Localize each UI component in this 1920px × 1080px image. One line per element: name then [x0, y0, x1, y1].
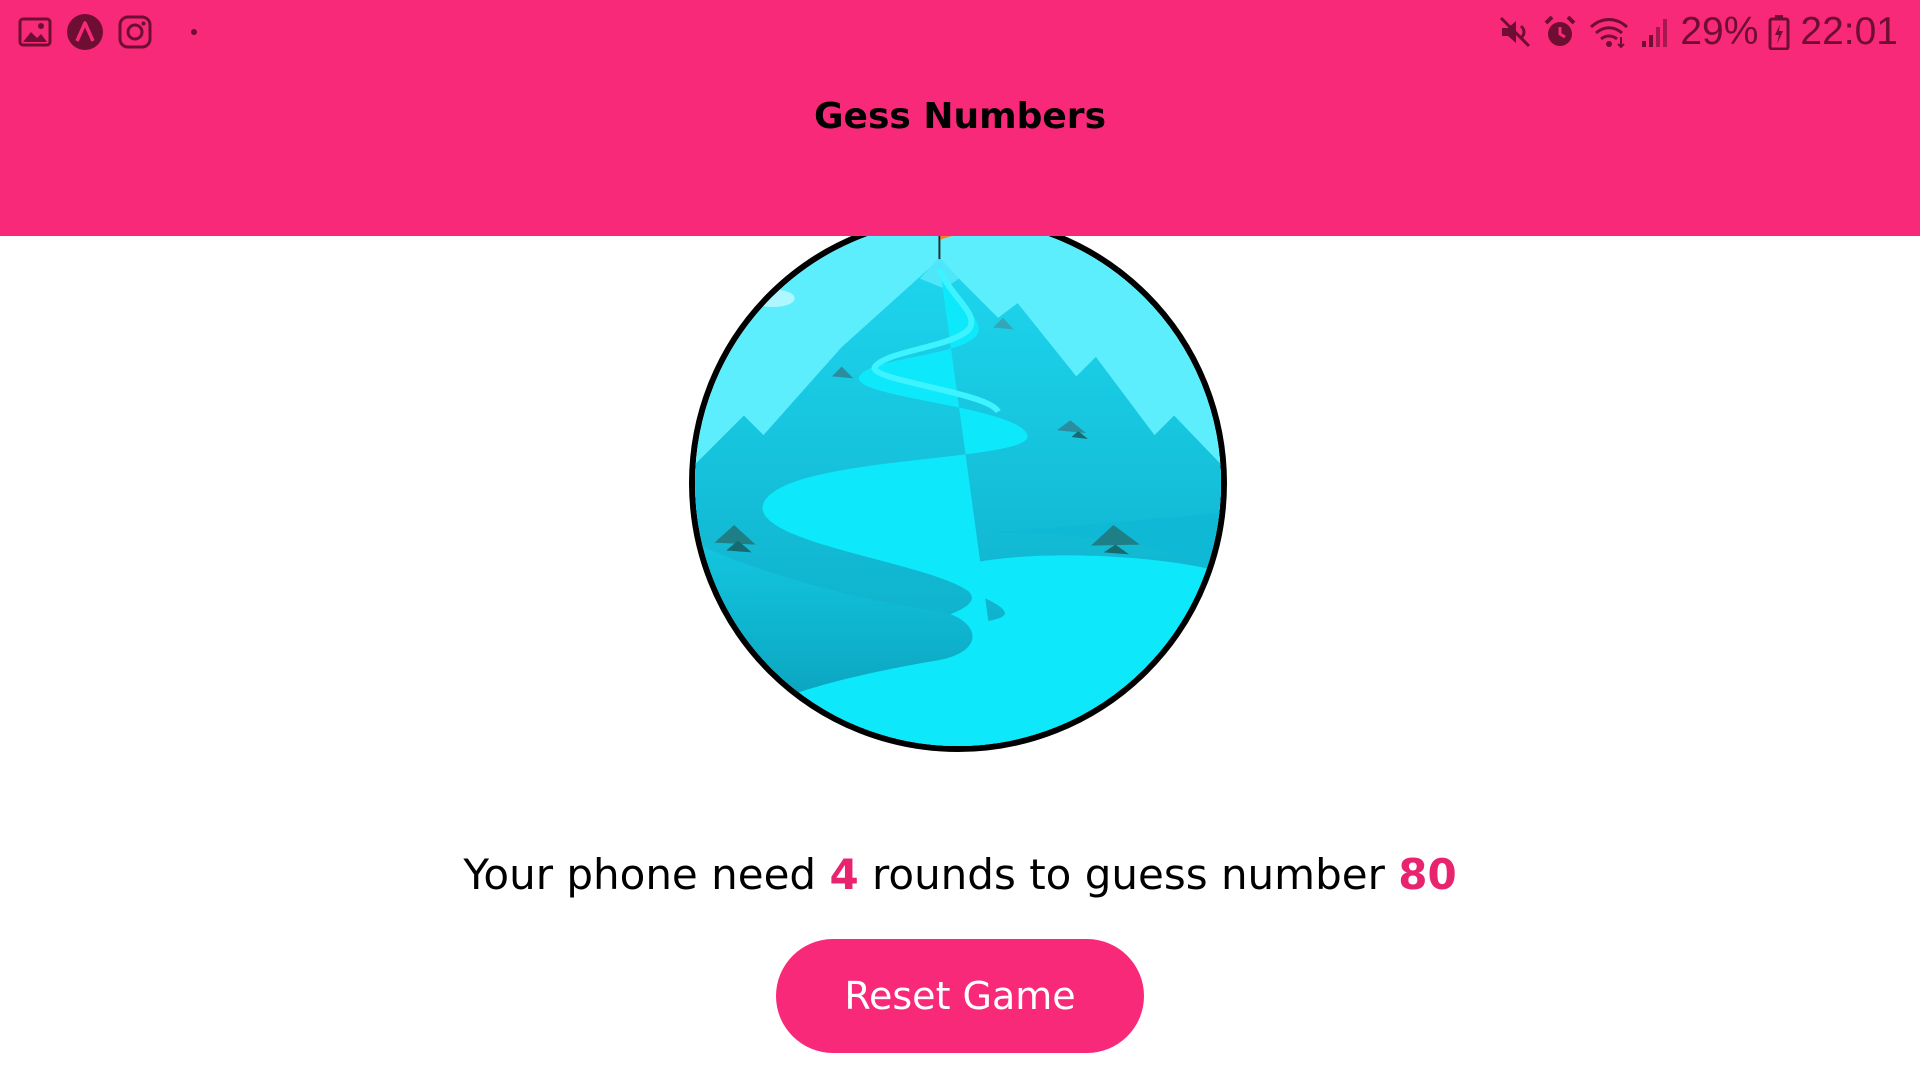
result-middle: rounds to guess number	[858, 850, 1399, 899]
signal-icon	[1640, 15, 1670, 49]
mountain-illustration	[695, 220, 1221, 746]
app-a-icon	[66, 13, 104, 51]
instagram-icon	[118, 15, 152, 49]
page-title: Gess Numbers	[814, 96, 1106, 137]
result-text: Your phone need 4 rounds to guess number…	[0, 850, 1920, 899]
status-bar-left	[18, 12, 198, 52]
rounds-count: 4	[829, 850, 859, 899]
battery-percent: 29%	[1680, 10, 1759, 53]
clock: 22:01	[1800, 10, 1898, 53]
status-bar-right: 29% 22:01	[1498, 10, 1898, 54]
battery-icon	[1768, 14, 1790, 50]
alarm-icon	[1542, 14, 1578, 50]
mute-icon	[1498, 15, 1532, 49]
dot-icon	[190, 28, 198, 36]
game-over-image	[689, 214, 1227, 752]
app-header: 29% 22:01 Gess Numbers	[0, 0, 1920, 236]
result-prefix: Your phone need	[463, 850, 830, 899]
gallery-icon	[18, 17, 52, 47]
wifi-icon	[1588, 15, 1630, 49]
guessed-number: 80	[1398, 850, 1457, 899]
status-bar: 29% 22:01	[0, 0, 1920, 64]
reset-game-button[interactable]: Reset Game	[776, 939, 1144, 1053]
